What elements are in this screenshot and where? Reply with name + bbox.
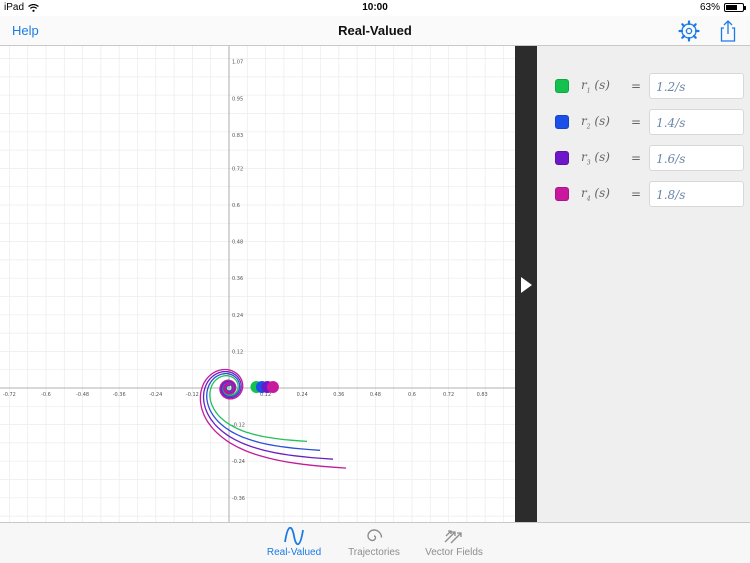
function-row-3: r3 (s) = 1.6/s <box>555 145 745 171</box>
x-tick-label: -0.72 <box>3 392 16 398</box>
y-tick-label: 0.83 <box>232 133 243 139</box>
function-label-1: r1 (s) <box>581 77 610 95</box>
wave-icon <box>284 527 304 545</box>
tab-label: Vector Fields <box>425 547 483 558</box>
x-tick-label: 0.24 <box>297 392 308 398</box>
status-bar: iPad 10:00 63% <box>0 0 750 16</box>
color-swatch-3[interactable] <box>555 151 569 165</box>
function-input-3[interactable]: 1.6/s <box>649 145 745 171</box>
y-tick-label: 0.95 <box>232 96 243 102</box>
function-panel: r1 (s) = 1.2/s r2 (s) = 1.4/s r3 (s) = 1… <box>537 46 750 522</box>
battery-icon <box>724 3 746 12</box>
function-label-3: r3 (s) <box>581 149 610 167</box>
spiral-icon <box>367 529 383 542</box>
function-row-2: r2 (s) = 1.4/s <box>555 109 745 135</box>
share-icon[interactable] <box>716 19 740 43</box>
y-tick-label: 0.48 <box>232 240 243 246</box>
y-tick-label: -0.12 <box>232 423 245 429</box>
equals-sign: = <box>631 115 642 129</box>
graph-canvas[interactable]: -0.72 -0.6 -0.48 -0.36 -0.24 -0.12 0 0.12 0.24 0.… <box>0 46 515 522</box>
panel-toggle-strip[interactable] <box>515 46 537 522</box>
x-tick-label: 0.48 <box>370 392 381 398</box>
y-tick-label: 0.36 <box>232 276 243 282</box>
equals-sign: = <box>631 151 642 165</box>
tab-vector-fields[interactable]: Vector Fields <box>414 527 494 558</box>
x-tick-label: 0.6 <box>408 392 416 398</box>
y-tick-label: 0.6 <box>232 203 240 209</box>
grid-lines <box>0 46 515 522</box>
color-swatch-2[interactable] <box>555 115 569 129</box>
y-tick-label: -0.24 <box>232 459 245 465</box>
x-tick-label: -0.36 <box>113 392 126 398</box>
x-tick-label: 0.72 <box>443 392 454 398</box>
color-swatch-1[interactable] <box>555 79 569 93</box>
clock: 10:00 <box>362 2 388 13</box>
y-tick-label: 0.12 <box>232 349 243 355</box>
x-tick-label: -0.48 <box>76 392 89 398</box>
tab-label: Trajectories <box>348 547 400 558</box>
x-tick-label: -0.24 <box>149 392 162 398</box>
tab-label: Real-Valued <box>266 547 322 558</box>
x-tick-label: 0.36 <box>333 392 344 398</box>
color-swatch-4[interactable] <box>555 187 569 201</box>
y-tick-label: -0.36 <box>232 496 245 502</box>
battery-percent: 63% <box>699 2 720 13</box>
y-tick-label: 0.24 <box>232 313 243 319</box>
page-title: Real-Valued <box>338 23 412 38</box>
start-points[interactable] <box>250 381 279 393</box>
function-row-4: r4 (s) = 1.8/s <box>555 181 745 207</box>
x-tick-label: 0.83 <box>477 392 488 398</box>
function-row-1: r1 (s) = 1.2/s <box>555 73 745 99</box>
start-point-4 <box>266 381 279 393</box>
vector-arrows-icon <box>444 530 462 544</box>
function-input-2[interactable]: 1.4/s <box>649 109 745 135</box>
function-input-4[interactable]: 1.8/s <box>649 181 745 207</box>
function-label-4: r4 (s) <box>581 185 610 203</box>
axes <box>0 46 515 522</box>
gear-icon[interactable] <box>677 19 701 43</box>
tab-bar: Real-Valued Trajectories Vector Fields <box>0 522 750 563</box>
function-label-2: r2 (s) <box>581 113 610 131</box>
tab-real-valued[interactable]: Real-Valued <box>254 527 334 558</box>
x-tick-label: -0.12 <box>186 392 199 398</box>
navigation-bar: Help Real-Valued <box>0 16 750 46</box>
play-arrow-icon[interactable] <box>521 277 532 293</box>
x-axis-tick-labels: -0.72 -0.6 -0.48 -0.36 -0.24 -0.12 0 0.12 0.24 0.… <box>3 392 488 398</box>
equals-sign: = <box>631 187 642 201</box>
function-input-1[interactable]: 1.2/s <box>649 73 745 99</box>
equals-sign: = <box>631 79 642 93</box>
y-tick-label: 1.07 <box>232 60 243 66</box>
tab-trajectories[interactable]: Trajectories <box>334 527 414 558</box>
x-tick-label: -0.6 <box>41 392 51 398</box>
y-tick-label: 0.72 <box>232 166 243 172</box>
